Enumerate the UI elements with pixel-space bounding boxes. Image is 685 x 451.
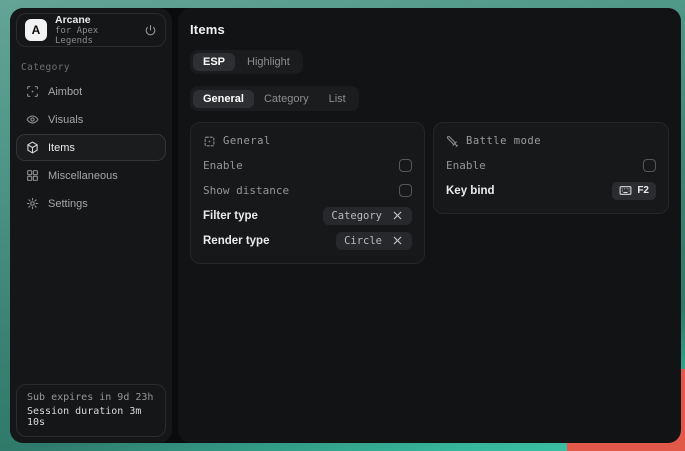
setting-row-enable: Enable	[446, 153, 656, 178]
setting-label: Show distance	[203, 184, 289, 197]
sidebar: A Arcane for Apex Legends Category Aimbo…	[10, 8, 172, 443]
session-info-card: Sub expires in 9d 23h Session duration 3…	[16, 384, 166, 437]
sub-tab-group: GeneralCategoryList	[190, 86, 359, 111]
setting-row-render-type: Render type Circle	[203, 228, 412, 253]
sidebar-item-label: Miscellaneous	[48, 170, 118, 182]
x-icon[interactable]	[391, 234, 404, 247]
setting-row-filter-type: Filter type Category	[203, 203, 412, 228]
x-icon[interactable]	[391, 209, 404, 222]
sidebar-item-miscellaneous[interactable]: Miscellaneous	[16, 162, 166, 189]
sidebar-item-settings[interactable]: Settings	[16, 190, 166, 217]
select-filter-type[interactable]: Category	[323, 207, 412, 225]
setting-row-key-bind: Key bind F2	[446, 178, 656, 203]
setting-row-enable: Enable	[203, 153, 412, 178]
sidebar-item-label: Settings	[48, 198, 88, 210]
panel-title: General	[223, 135, 271, 147]
sidebar-item-items[interactable]: Items	[16, 134, 166, 161]
setting-label: Key bind	[446, 185, 495, 197]
sidebar-item-visuals[interactable]: Visuals	[16, 106, 166, 133]
box-select-icon	[203, 135, 216, 148]
session-duration-text: Session duration 3m 10s	[27, 406, 155, 428]
grid-icon	[26, 169, 39, 182]
setting-label: Enable	[446, 159, 486, 172]
select-render-type[interactable]: Circle	[336, 232, 412, 250]
setting-label: Render type	[203, 235, 269, 247]
select-value: Category	[331, 210, 382, 222]
subtab-list[interactable]: List	[319, 90, 356, 108]
setting-row-show-distance: Show distance	[203, 178, 412, 203]
crosshair-icon	[26, 85, 39, 98]
mode-tab-group: ESPHighlight	[190, 50, 303, 74]
eye-icon	[26, 113, 39, 126]
panel-title: Battle mode	[466, 135, 541, 147]
sidebar-item-label: Aimbot	[48, 86, 82, 98]
subtab-category[interactable]: Category	[254, 90, 319, 108]
swords-icon	[446, 135, 459, 148]
main-content: Items ESPHighlight GeneralCategoryList G…	[178, 8, 681, 443]
sidebar-item-label: Visuals	[48, 114, 83, 126]
account-card: A Arcane for Apex Legends	[16, 13, 166, 47]
checkbox-show-distance[interactable]	[399, 184, 412, 197]
checkbox-enable[interactable]	[399, 159, 412, 172]
setting-label: Filter type	[203, 210, 258, 222]
panel-header: Battle mode	[446, 132, 656, 150]
panel-header: General	[203, 132, 412, 150]
tab-esp[interactable]: ESP	[193, 53, 235, 71]
setting-label: Enable	[203, 159, 243, 172]
app-logo: A	[25, 19, 47, 41]
sub-expires-text: Sub expires in 9d 23h	[27, 392, 155, 403]
power-icon[interactable]	[144, 24, 157, 37]
panel-battle-mode: Battle mode Enable Key bind F2	[433, 122, 669, 214]
tab-highlight[interactable]: Highlight	[237, 53, 300, 71]
keybind-value: F2	[637, 185, 649, 196]
sidebar-nav: Aimbot Visuals Items Miscellaneous Settings	[16, 78, 166, 217]
gear-icon	[26, 197, 39, 210]
app-window: A Arcane for Apex Legends Category Aimbo…	[10, 8, 677, 443]
select-value: Circle	[344, 235, 382, 247]
subtab-general[interactable]: General	[193, 90, 254, 108]
category-label: Category	[21, 62, 166, 73]
box-icon	[26, 141, 39, 154]
checkbox-enable[interactable]	[643, 159, 656, 172]
app-subtitle: for Apex Legends	[55, 26, 136, 47]
panels-row: General Enable Show distance Filter type Cat…	[190, 122, 669, 264]
sidebar-item-label: Items	[48, 142, 75, 154]
panel-general: General Enable Show distance Filter type Cat…	[190, 122, 425, 264]
page-title: Items	[190, 22, 669, 37]
app-name: Arcane	[55, 14, 136, 26]
sidebar-item-aimbot[interactable]: Aimbot	[16, 78, 166, 105]
keyboard-icon	[619, 184, 632, 197]
keybind-button[interactable]: F2	[612, 182, 656, 200]
